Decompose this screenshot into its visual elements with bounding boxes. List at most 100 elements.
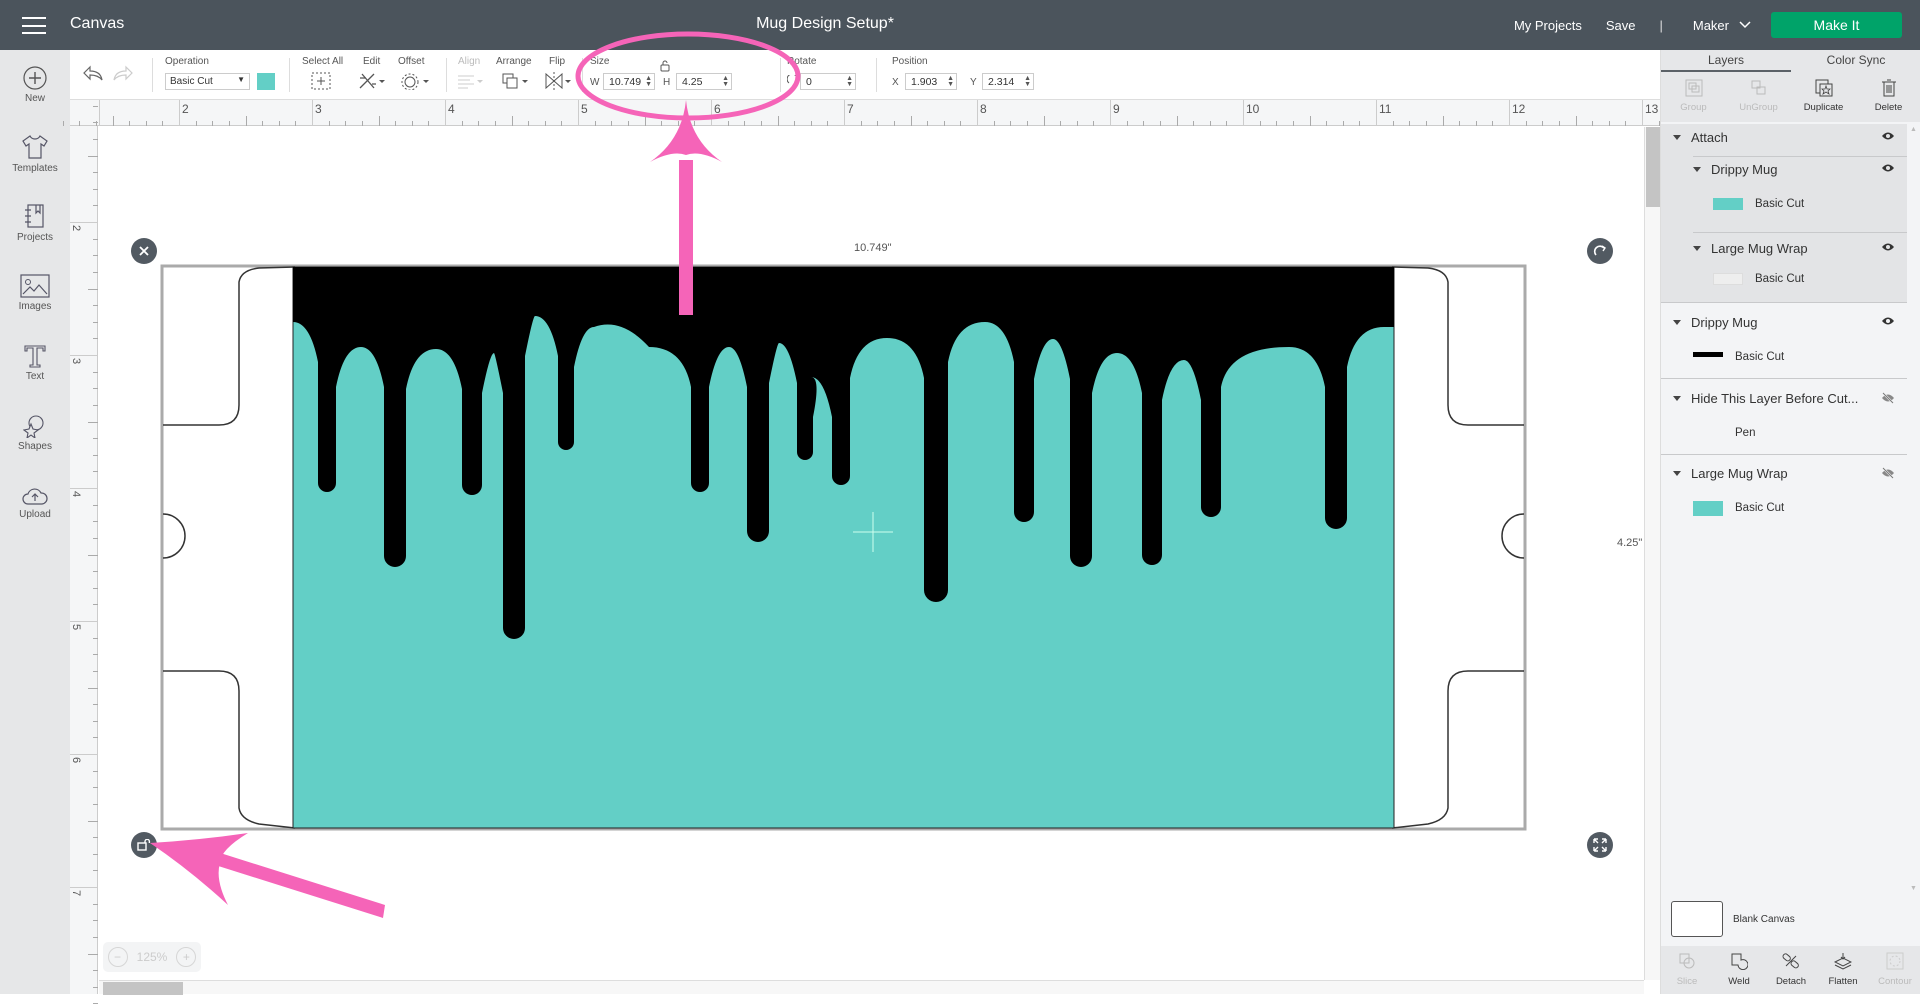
my-projects-link[interactable]: My Projects — [1514, 18, 1582, 33]
edit-group[interactable]: Edit — [358, 50, 388, 100]
nav-images[interactable]: Images — [0, 274, 70, 312]
x-position-input[interactable]: 1.903 ▲ ▼ — [905, 73, 957, 90]
layer-header[interactable]: Attach — [1673, 125, 1728, 149]
ruler-minor-tick — [1026, 121, 1028, 126]
layer-item[interactable]: Pen — [1693, 421, 1755, 445]
eye-visible-icon[interactable] — [1881, 242, 1895, 252]
width-input[interactable]: 10.749 ▲ ▼ — [603, 73, 655, 90]
layer-item[interactable]: Basic Cut — [1693, 345, 1784, 369]
blank-canvas-swatch[interactable] — [1671, 901, 1723, 937]
lock-handle[interactable] — [131, 832, 157, 858]
operation-color-swatch[interactable] — [257, 73, 275, 90]
layer-item[interactable]: Basic Cut — [1713, 192, 1804, 216]
collapse-triangle-icon[interactable] — [1673, 134, 1681, 140]
arrange-group[interactable]: Arrange — [496, 50, 536, 100]
stepper-icon[interactable]: ▲ ▼ — [947, 75, 954, 88]
scrollbar-thumb[interactable] — [103, 982, 183, 995]
scroll-up-icon[interactable]: ▲ — [1910, 126, 1917, 133]
collapse-triangle-icon[interactable] — [1673, 470, 1681, 476]
layer-item[interactable]: Basic Cut — [1693, 496, 1784, 520]
layer-thumbnail — [1713, 198, 1743, 210]
ruler-minor-tick — [93, 388, 98, 390]
contour-button[interactable]: Contour — [1869, 946, 1920, 994]
panel-scrollbar[interactable]: ▲ ▼ — [1907, 124, 1920, 894]
detach-button[interactable]: Detach — [1765, 946, 1817, 994]
flip-group[interactable]: Flip — [544, 50, 574, 100]
nav-upload[interactable]: Upload — [0, 486, 70, 520]
rotate-handle[interactable] — [1587, 238, 1613, 264]
layer-name: Large Mug Wrap — [1711, 240, 1808, 256]
ruler-minor-tick — [93, 188, 98, 190]
ruler-minor-tick — [93, 255, 98, 257]
redo-icon[interactable] — [112, 64, 134, 84]
group-button[interactable]: Group — [1661, 72, 1726, 122]
select-all-group[interactable]: Select All — [302, 50, 347, 100]
slice-label: Slice — [1676, 976, 1698, 987]
collapse-triangle-icon[interactable] — [1673, 319, 1681, 325]
lock-open-icon[interactable] — [659, 60, 671, 72]
layer-operation: Basic Cut — [1735, 351, 1785, 363]
layer-header[interactable]: Large Mug Wrap — [1693, 236, 1808, 260]
collapse-triangle-icon[interactable] — [1693, 166, 1701, 172]
save-button[interactable]: Save — [1606, 18, 1636, 33]
nav-templates[interactable]: Templates — [0, 134, 70, 174]
group-icon — [1685, 79, 1702, 97]
delete-handle[interactable] — [131, 238, 157, 264]
blank-canvas-row[interactable]: Blank Canvas — [1661, 890, 1920, 946]
layer-header[interactable]: Drippy Mug — [1673, 310, 1757, 334]
stepper-icon[interactable]: ▲ ▼ — [722, 75, 729, 88]
machine-selector[interactable]: Maker — [1693, 18, 1751, 33]
resize-handle[interactable] — [1587, 832, 1613, 858]
delete-button[interactable]: Delete — [1856, 72, 1920, 122]
tab-layers[interactable]: Layers — [1661, 50, 1791, 72]
nav-projects[interactable]: Projects — [0, 203, 70, 243]
design-canvas[interactable]: 10.749" 4.25" — [99, 127, 1644, 980]
ungroup-button[interactable]: UnGroup — [1726, 72, 1791, 122]
horizontal-scrollbar[interactable] — [99, 980, 1644, 995]
layer-header[interactable]: Hide This Layer Before Cut... — [1673, 386, 1858, 410]
height-input[interactable]: 4.25 ▲ ▼ — [676, 73, 732, 90]
eye-visible-icon[interactable] — [1881, 316, 1895, 326]
ruler-major-tick — [70, 754, 98, 755]
eye-hidden-icon[interactable] — [1881, 392, 1895, 404]
rotate-input[interactable]: 0 ▲ ▼ — [800, 73, 856, 90]
weld-button[interactable]: Weld — [1713, 946, 1765, 994]
tshirt-icon — [22, 135, 48, 159]
vertical-scrollbar[interactable] — [1644, 127, 1660, 980]
ruler-minor-tick — [88, 953, 98, 955]
operation-select[interactable]: Basic Cut ▼ — [165, 73, 250, 90]
zoom-control: − 125% + — [103, 942, 201, 972]
stepper-icon[interactable]: ▲ ▼ — [846, 75, 853, 88]
ruler-minor-tick — [511, 116, 513, 126]
eye-visible-icon[interactable] — [1881, 131, 1895, 141]
nav-shapes[interactable]: Shapes — [0, 414, 70, 452]
stepper-icon[interactable]: ▲ ▼ — [645, 75, 652, 88]
zoom-out-button[interactable]: − — [107, 947, 128, 967]
align-group[interactable]: Align — [456, 50, 486, 100]
eye-visible-icon[interactable] — [1881, 163, 1895, 173]
slice-button[interactable]: Slice — [1661, 946, 1713, 994]
scrollbar-thumb[interactable] — [1646, 127, 1660, 207]
make-it-button[interactable]: Make It — [1771, 12, 1902, 38]
zoom-in-button[interactable]: + — [176, 947, 197, 967]
collapse-triangle-icon[interactable] — [1673, 395, 1681, 401]
layer-header[interactable]: Drippy Mug — [1693, 157, 1777, 181]
flatten-button[interactable]: Flatten — [1817, 946, 1869, 994]
stepper-icon[interactable]: ▲ ▼ — [1024, 75, 1031, 88]
tab-color-sync[interactable]: Color Sync — [1791, 50, 1920, 72]
ruler-minor-tick — [860, 121, 862, 126]
offset-group[interactable]: Offset — [398, 50, 433, 100]
nav-text[interactable]: Text — [0, 344, 70, 382]
ruler-minor-tick — [544, 121, 546, 126]
left-navigation: New Templates Projects Images Text Shape… — [0, 50, 70, 994]
collapse-triangle-icon[interactable] — [1693, 245, 1701, 251]
eye-hidden-icon[interactable] — [1881, 467, 1895, 479]
undo-icon[interactable] — [82, 64, 104, 84]
duplicate-button[interactable]: Duplicate — [1791, 72, 1856, 122]
ruler-minor-tick — [93, 604, 98, 606]
ruler-label: 7 — [70, 890, 82, 897]
layer-header[interactable]: Large Mug Wrap — [1673, 461, 1788, 485]
nav-new[interactable]: New — [0, 66, 70, 104]
layer-item[interactable]: Basic Cut — [1713, 267, 1804, 291]
y-position-input[interactable]: 2.314 ▲ ▼ — [982, 73, 1034, 90]
